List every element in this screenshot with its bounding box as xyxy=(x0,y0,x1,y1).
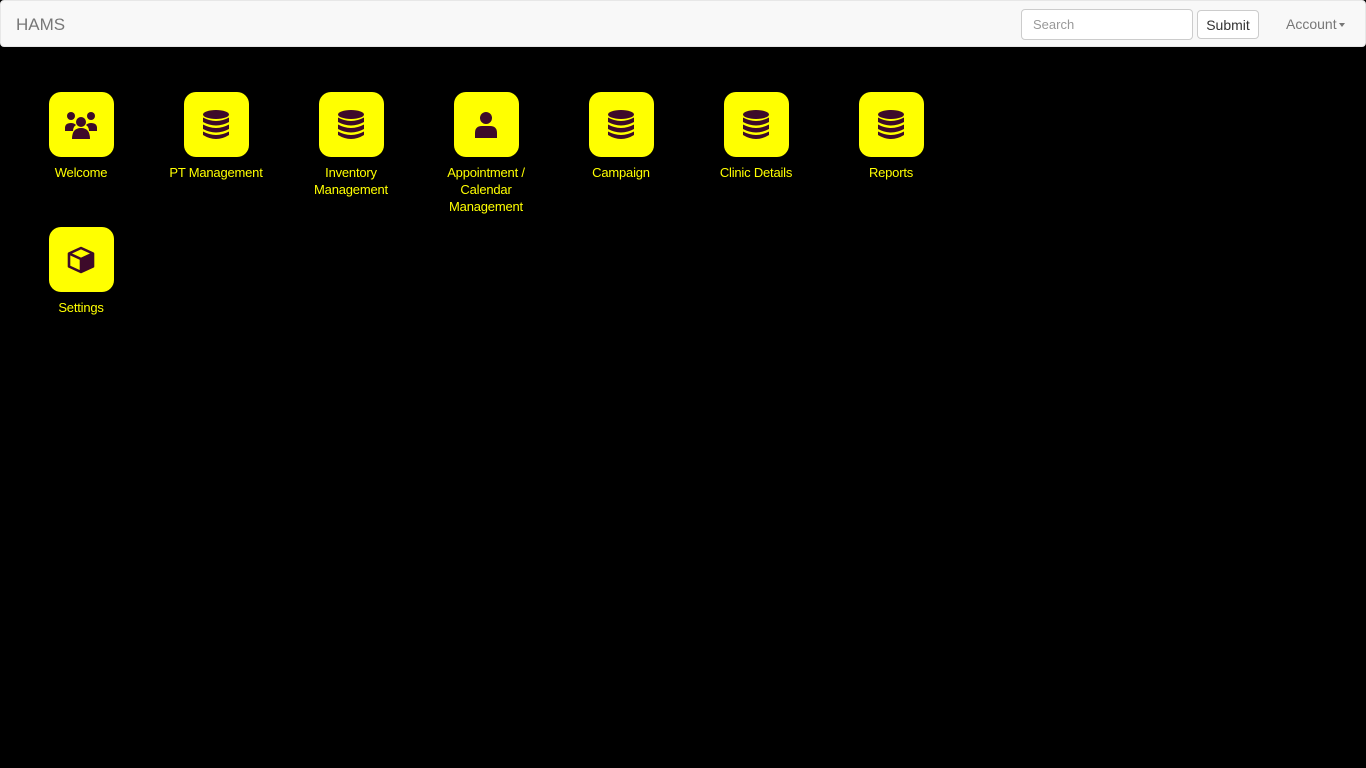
tile-reports[interactable]: Reports xyxy=(831,92,951,181)
tile-settings[interactable]: Settings xyxy=(21,227,141,316)
user-icon xyxy=(475,111,497,138)
account-dropdown[interactable]: Account xyxy=(1286,16,1345,33)
search-input[interactable] xyxy=(1021,9,1193,40)
tile-label: Appointment / Calendar Management xyxy=(447,165,525,214)
tile-inventory-management[interactable]: Inventory Management xyxy=(291,92,411,198)
tile-label: Settings xyxy=(58,300,104,315)
tile-icon-box xyxy=(48,227,114,292)
tile-welcome[interactable]: Welcome xyxy=(21,92,141,181)
caret-down-icon xyxy=(1338,23,1345,28)
database-icon xyxy=(608,109,634,139)
tile-appointment-calendar[interactable]: Appointment / Calendar Management xyxy=(426,92,546,215)
tile-clinic-details[interactable]: Clinic Details xyxy=(696,92,816,181)
brand-link[interactable]: HAMS xyxy=(16,15,65,35)
tile-label: Welcome xyxy=(54,165,108,180)
tile-label: Inventory Management xyxy=(314,165,388,197)
tile-icon-box xyxy=(453,92,519,157)
tile-label: Clinic Details xyxy=(719,165,793,180)
tile-icon-box xyxy=(723,92,789,157)
tile-label: PT Management xyxy=(169,165,263,180)
cube-icon xyxy=(67,246,95,273)
tile-label: Reports xyxy=(868,165,914,180)
tile-icon-box xyxy=(48,92,114,157)
tile-campaign[interactable]: Campaign xyxy=(561,92,681,181)
top-navbar: HAMS Submit Account xyxy=(0,0,1366,47)
database-icon xyxy=(338,109,364,139)
database-icon xyxy=(878,109,904,139)
tile-pt-management[interactable]: PT Management xyxy=(156,92,276,181)
database-icon xyxy=(743,109,769,139)
users-icon xyxy=(65,111,97,139)
tile-icon-box xyxy=(318,92,384,157)
tile-icon-box xyxy=(588,92,654,157)
tile-label: Campaign xyxy=(592,165,650,180)
tile-icon-box xyxy=(183,92,249,157)
database-icon xyxy=(203,109,229,139)
submit-button[interactable]: Submit xyxy=(1197,10,1259,39)
account-label: Account xyxy=(1286,16,1337,32)
tile-icon-box xyxy=(858,92,924,157)
